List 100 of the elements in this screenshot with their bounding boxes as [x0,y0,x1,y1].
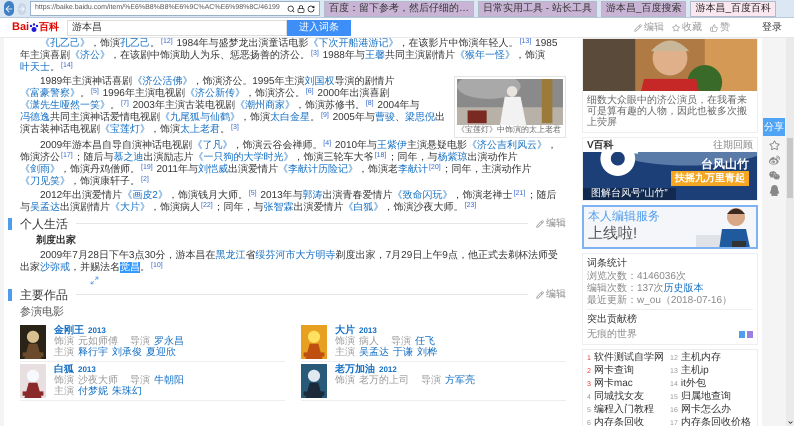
movie-title[interactable]: 金刚王 [54,324,84,336]
text-link[interactable]: 《潇先生哑然一笑》 [20,100,110,111]
edit-link[interactable]: 编辑 [536,216,566,231]
swirl-eye-icon[interactable] [768,155,780,166]
search-icon[interactable] [287,4,295,12]
citation-link[interactable]: [22] [201,202,213,208]
citation-link[interactable]: [3] [231,124,239,130]
text-link[interactable]: 太白金星 [270,112,310,123]
actor-link[interactable]: 刘承俊 [112,346,142,358]
back-button[interactable] [4,1,14,16]
search-button[interactable]: 进入词条 [287,20,352,36]
citation-link[interactable]: [2] [141,176,149,182]
text-link[interactable]: 冯德逸 [20,112,50,123]
citation-link[interactable]: [7] [121,100,129,106]
browser-tab[interactable]: 游本昌_百度百科 [690,0,776,16]
citation-link[interactable]: [18] [374,152,386,158]
text-link[interactable]: 《画皮2》 [122,190,168,201]
movie-title[interactable]: 大片 [335,324,355,336]
movie-title[interactable]: 老万加油 [335,364,375,374]
header-action[interactable]: 赞 [710,20,730,35]
director-link[interactable]: 方军亮 [445,374,475,386]
history-link[interactable]: 往期回顾 [713,138,753,152]
text-link[interactable]: 王馨 [364,50,385,61]
text-link[interactable]: 《猴年一怪》 [454,50,515,61]
text-link[interactable]: 刘国权 [304,76,334,87]
text-link[interactable]: 梁思倪 [404,112,435,123]
text-link[interactable]: 李献计 [398,164,428,175]
text-link[interactable]: 叶天士 [20,62,50,73]
browser-tab[interactable]: 百度：留下参考，然后仔细的… [324,0,474,16]
search-field[interactable]: 游本昌 [67,20,288,36]
scrollbar[interactable] [786,38,794,426]
citation-link[interactable]: [14] [61,62,73,68]
text-link[interactable]: 《济公活佛》 [132,76,192,87]
text-link[interactable]: 《济公新传》 [184,88,245,99]
text-link[interactable]: 《了凡》 [192,140,232,151]
text-link[interactable]: 慕之迪 [114,152,144,163]
actor-link[interactable]: 释行宇 [78,346,108,358]
login-link[interactable]: 登录 [762,20,782,35]
text-link[interactable]: 《李献计历险记》 [278,164,358,175]
actor-link[interactable]: 于谦 [393,346,413,358]
text-link[interactable]: 绥芬河市大方明寺 [256,250,336,261]
penguin-icon[interactable] [768,185,780,196]
text-link[interactable]: 《孔乙己》 [40,38,90,49]
edit-link[interactable]: 编辑 [536,287,566,302]
text-link[interactable]: 王紫伊 [377,140,408,151]
text-link[interactable]: 《济公》 [70,50,110,61]
text-link[interactable]: 太上老君 [180,124,220,135]
citation-link[interactable]: [21] [514,190,526,196]
citation-link[interactable]: [8] [366,100,374,106]
citation-link[interactable]: [5] [91,88,99,94]
star-icon[interactable] [768,140,780,151]
text-link[interactable]: 《潮州商家》 [234,100,295,111]
text-link[interactable]: 《剑雨》 [20,164,60,175]
text-link[interactable]: 《致命闪玩》 [392,190,453,201]
history-link[interactable]: 历史版本 [664,283,704,295]
actor-link[interactable]: 吴孟达 [359,346,389,358]
citation-link[interactable]: [6] [306,88,314,94]
citation-link[interactable]: [3] [311,50,319,56]
ad-banner[interactable]: 本人编辑服务 上线啦! [582,205,758,249]
refresh-icon[interactable] [307,4,315,12]
citation-link[interactable]: [19] [141,164,153,170]
text-link[interactable]: 《下次开船港游记》 [308,38,399,49]
text-link[interactable]: 刘恺威 [198,164,228,175]
director-link[interactable]: 罗永昌 [154,336,184,346]
citation-link[interactable]: [5] [248,190,257,196]
expand-icon[interactable] [90,276,99,285]
text-link[interactable]: 《九尾狐与仙鹤》 [160,112,240,123]
scroll-down-icon[interactable] [786,419,794,426]
text-link[interactable]: 杨紫琼 [437,152,468,163]
text-link[interactable]: 曹骏 [374,112,395,123]
text-link[interactable]: 郭涛 [302,190,323,201]
browser-tab[interactable]: 游本昌_百度搜索 [600,0,686,16]
citation-link[interactable]: [17] [61,152,73,158]
chat-bubbles-icon[interactable] [768,170,780,181]
citation-link[interactable]: [20] [428,164,441,170]
browser-tab[interactable]: 日常实用工具 - 站长工具 [478,0,597,16]
header-action[interactable]: 编辑 [634,20,664,35]
citation-link[interactable]: [10] [151,262,163,268]
text-link[interactable]: 《宝莲灯》 [100,124,150,135]
citation-link[interactable]: [4] [323,140,332,146]
actor-link[interactable]: 刘桦 [417,346,437,358]
text-link[interactable]: 《富豪警察》 [20,88,80,99]
actor-link[interactable]: 朱珠幻 [112,386,142,396]
text-link[interactable]: 《一只狗的大学时光》 [194,152,294,163]
actor-link[interactable]: 夏迎欣 [146,346,176,358]
text-link[interactable]: 黑龙江 [216,250,246,261]
text-link[interactable]: 吴孟达 [30,202,60,213]
actor-link[interactable]: 付梦妮 [78,386,108,396]
text-link[interactable]: 孔乙己 [120,38,150,49]
contributor-link[interactable]: 无痕的世界 [587,327,637,342]
baike-logo[interactable]: Bai 百科 [12,19,60,36]
text-link[interactable]: 沙弥戒 [40,262,70,273]
text-link[interactable]: 《济公吉利风云》 [467,140,548,151]
text-link[interactable]: 《大片》 [110,202,150,213]
text-link[interactable]: 《刀见笑》 [20,176,70,187]
director-link[interactable]: 牛朝阳 [154,374,184,386]
text-link[interactable]: 《白狐》 [344,202,384,213]
citation-link[interactable]: [23] [464,202,476,208]
header-action[interactable]: 收藏 [672,20,702,35]
director-link[interactable]: 任飞 [415,336,435,346]
